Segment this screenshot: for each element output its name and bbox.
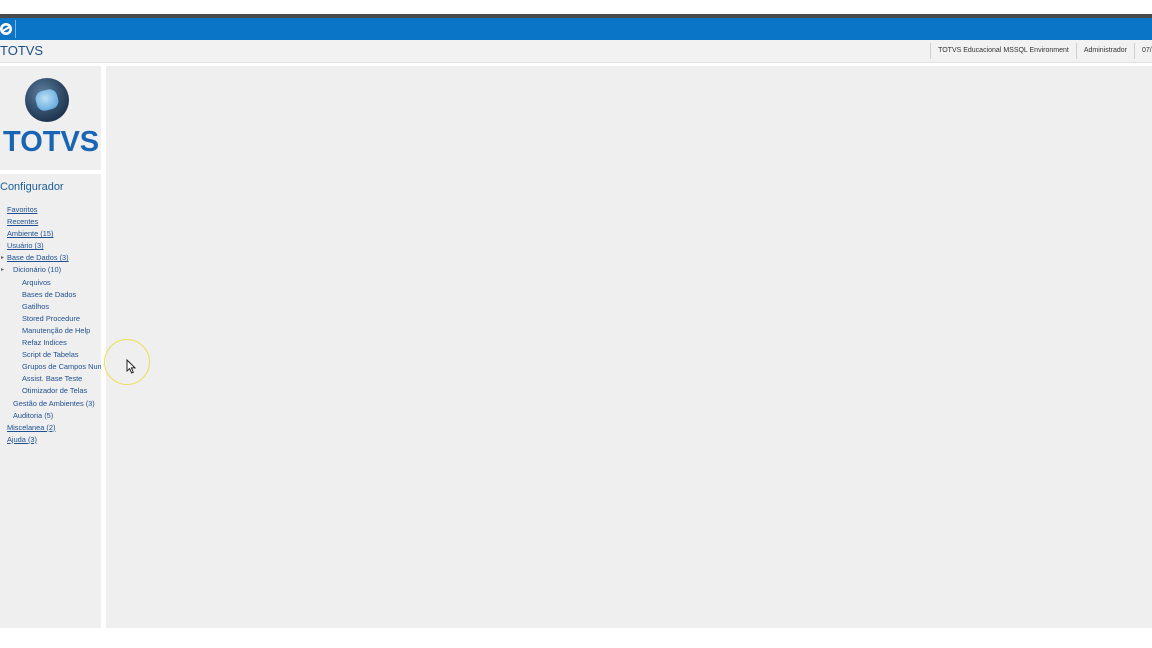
menu-item-stored-procedure[interactable]: Stored Procedure	[0, 313, 101, 325]
sidebar: TOTVS Configurador Favoritos Recentes Am…	[0, 66, 101, 628]
user-label[interactable]: Administrador	[1075, 43, 1134, 59]
logo-text: TOTVS	[3, 126, 100, 158]
menu-item-base-de-dados[interactable]: ▸ Base de Dados (3)	[0, 252, 101, 264]
menu-item-manutencao-help[interactable]: Manutenção de Help	[0, 325, 101, 337]
app-name: TOTVS	[0, 43, 44, 58]
menu-item-gatilhos[interactable]: Gatilhos	[0, 301, 101, 313]
mouse-pointer-icon	[126, 359, 137, 374]
menu-item-script-tabelas[interactable]: Script de Tabelas	[0, 349, 101, 361]
totvs-app-icon[interactable]	[0, 20, 16, 38]
menu-item-gestao-ambientes[interactable]: Gestão de Ambientes (3)	[0, 398, 101, 410]
menu-panel: Configurador Favoritos Recentes Ambiente…	[0, 174, 101, 628]
tree-expanded-icon[interactable]: ▸	[1, 252, 4, 264]
menu-item-miscelanea[interactable]: Miscelanea (2)	[0, 422, 101, 434]
menu-item-dicionario[interactable]: ▸ Dicionário (10)	[0, 264, 101, 276]
main-content-area[interactable]	[106, 66, 1152, 628]
date-label[interactable]: 07/0	[1134, 43, 1152, 59]
menu-item-refaz-indices[interactable]: Refaz Indices	[0, 337, 101, 349]
menu-item-ambiente[interactable]: Ambiente (15)	[0, 228, 101, 240]
totvs-logo-mark	[25, 78, 69, 122]
menu-tree: Favoritos Recentes Ambiente (15) Usuário…	[0, 204, 101, 446]
header-bar: TOTVS TOTVS Educacional MSSQL Environmen…	[0, 40, 1152, 63]
menu-item-favoritos[interactable]: Favoritos	[0, 204, 101, 216]
menu-item-assist-base-teste[interactable]: Assist. Base Teste	[0, 373, 101, 385]
tree-expanded-icon[interactable]: ▸	[1, 264, 4, 276]
menu-item-auditoria[interactable]: Auditoria (5)	[0, 410, 101, 422]
status-area: TOTVS Educacional MSSQL Environment Admi…	[930, 43, 1152, 59]
menu-item-grupos-campos[interactable]: Grupos de Campos Num	[0, 361, 101, 373]
menu-item-bases-de-dados[interactable]: Bases de Dados	[0, 289, 101, 301]
environment-label[interactable]: TOTVS Educacional MSSQL Environment	[930, 43, 1076, 59]
menu-item-ajuda[interactable]: Ajuda (3)	[0, 434, 101, 446]
title-bar	[0, 18, 1152, 40]
menu-item-arquivos[interactable]: Arquivos	[0, 277, 101, 289]
bottom-strip	[0, 628, 1152, 648]
logo-panel: TOTVS	[0, 66, 101, 170]
menu-item-otimizador-telas[interactable]: Otimizador de Telas	[0, 385, 101, 397]
menu-title: Configurador	[0, 181, 64, 193]
menu-item-usuario[interactable]: Usuário (3)	[0, 240, 101, 252]
menu-item-recentes[interactable]: Recentes	[0, 216, 101, 228]
